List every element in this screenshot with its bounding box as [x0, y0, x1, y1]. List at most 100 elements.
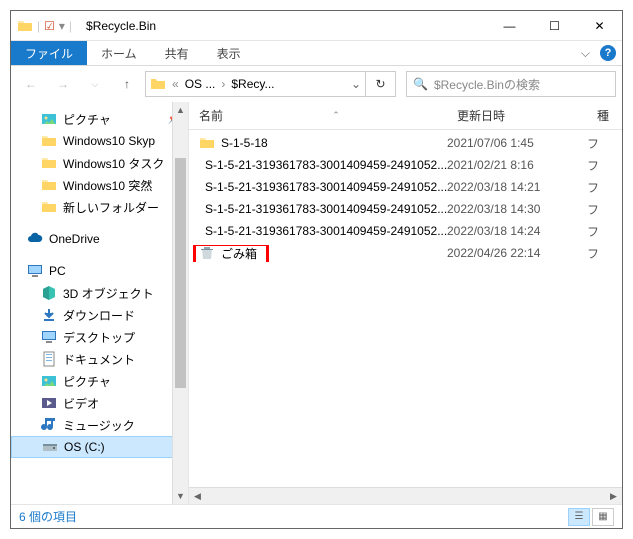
col-type[interactable]: 種 [587, 107, 619, 124]
address-dropdown-icon[interactable]: ⌄ [351, 77, 361, 91]
close-button[interactable]: ✕ [577, 11, 622, 40]
nav-up-button[interactable]: ↑ [113, 71, 141, 97]
sort-indicator-icon: ⌃ [332, 110, 340, 121]
file-date: 2021/07/06 1:45 [447, 136, 587, 150]
file-name: S-1-5-21-319361783-3001409459-2491052... [205, 224, 447, 238]
sidebar-item-folder[interactable]: Windows10 Skyp [11, 130, 188, 152]
nav-forward-button[interactable]: → [49, 71, 77, 97]
sidebar-label: ダウンロード [63, 307, 135, 324]
scroll-track[interactable] [206, 488, 605, 504]
nav-back-button[interactable]: ← [17, 71, 45, 97]
sidebar-scrollbar[interactable]: ▲ ▼ [172, 102, 188, 504]
nav-recent-icon[interactable]: ⌵ [81, 71, 109, 97]
explorer-window: | ☑ ▾ | $Recycle.Bin — ☐ ✕ ファイル ホーム 共有 表… [10, 10, 623, 529]
col-name-label: 名前 [199, 107, 223, 124]
col-date[interactable]: 更新日時 [447, 107, 587, 124]
sidebar-item-pc-child[interactable]: ミュージック [11, 414, 188, 436]
file-type: フ [587, 201, 617, 218]
crumb-1[interactable]: OS ... [185, 77, 216, 91]
minimize-button[interactable]: — [487, 11, 532, 40]
list-item[interactable]: S-1-5-21-319361783-3001409459-2491052...… [189, 176, 622, 198]
pc-child-icon [41, 373, 57, 389]
sidebar-label: デスクトップ [63, 329, 135, 346]
pc-child-icon [41, 307, 57, 323]
list-item[interactable]: S-1-5-21-319361783-3001409459-2491052...… [189, 198, 622, 220]
sidebar-item-pc-child[interactable]: OS (C:) [11, 436, 188, 458]
sidebar-item-pc-child[interactable]: ドキュメント [11, 348, 188, 370]
tab-home[interactable]: ホーム [87, 41, 151, 65]
folder-icon [41, 177, 57, 193]
app-icon [17, 18, 33, 34]
scroll-left-icon[interactable]: ◀ [189, 488, 206, 504]
sidebar-label: OS (C:) [64, 440, 105, 454]
file-type: フ [587, 135, 617, 152]
sidebar-item-pc[interactable]: PC [11, 260, 188, 282]
list-h-scrollbar[interactable]: ◀ ▶ [189, 487, 622, 504]
sidebar-item-pc-child[interactable]: ビデオ [11, 392, 188, 414]
pc-icon [27, 263, 43, 279]
file-type: フ [587, 157, 617, 174]
file-type: フ [587, 245, 617, 262]
qat-sep: | [37, 19, 40, 33]
list-item[interactable]: ごみ箱2022/04/26 22:14フ [189, 242, 622, 264]
sidebar-item-folder[interactable]: Windows10 突然 [11, 174, 188, 196]
file-date: 2022/03/18 14:21 [447, 180, 587, 194]
help-icon[interactable]: ? [600, 45, 616, 61]
folder-icon [41, 155, 57, 171]
file-date: 2021/02/21 8:16 [447, 158, 587, 172]
file-name: S-1-5-21-319361783-3001409459-2491052... [205, 180, 447, 194]
pictures-icon [41, 111, 57, 127]
sidebar-item-pc-child[interactable]: ダウンロード [11, 304, 188, 326]
view-icons-button[interactable]: ▦ [592, 508, 614, 526]
scroll-right-icon[interactable]: ▶ [605, 488, 622, 504]
sidebar-label: ミュージック [63, 417, 135, 434]
list-item[interactable]: S-1-5-21-319361783-3001409459-2491052...… [189, 154, 622, 176]
pc-child-icon [41, 395, 57, 411]
sidebar-item-pc-child[interactable]: デスクトップ [11, 326, 188, 348]
refresh-button[interactable]: ↻ [366, 71, 396, 97]
sidebar-label: Windows10 タスク [63, 155, 164, 172]
window-controls: — ☐ ✕ [487, 11, 622, 40]
file-date: 2022/04/26 22:14 [447, 246, 587, 260]
qat-overflow-icon[interactable]: ▾ [59, 19, 65, 33]
col-name[interactable]: 名前 ⌃ [189, 107, 447, 124]
search-box[interactable]: 🔍 $Recycle.Binの検索 [406, 71, 616, 97]
window-title: $Recycle.Bin [78, 19, 156, 33]
ribbon: ファイル ホーム 共有 表示 ⌵ ? [11, 41, 622, 66]
sidebar-item-pc-child[interactable]: ピクチャ [11, 370, 188, 392]
view-buttons: ☰ ▦ [568, 508, 614, 526]
crumb-arrow-icon[interactable]: › [221, 77, 225, 91]
view-details-button[interactable]: ☰ [568, 508, 590, 526]
list-item[interactable]: S-1-5-21-319361783-3001409459-2491052...… [189, 220, 622, 242]
file-name: S-1-5-21-319361783-3001409459-2491052... [205, 158, 447, 172]
sidebar-label: ピクチャ [63, 111, 111, 128]
folder-icon [199, 135, 215, 151]
sidebar-item-folder[interactable]: Windows10 タスク [11, 152, 188, 174]
tab-file[interactable]: ファイル [11, 41, 87, 65]
crumb-sep: « [172, 77, 179, 91]
maximize-button[interactable]: ☐ [532, 11, 577, 40]
list-item[interactable]: S-1-5-182021/07/06 1:45フ [189, 132, 622, 154]
ribbon-expand-icon[interactable]: ⌵ [581, 46, 590, 61]
folder-icon [41, 199, 57, 215]
file-type: フ [587, 179, 617, 196]
search-placeholder: $Recycle.Binの検索 [434, 76, 540, 93]
sidebar-item-pictures-quick[interactable]: ピクチャ📌 [11, 108, 188, 130]
qat-checkbox-icon[interactable]: ☑ [44, 19, 55, 33]
crumb-2[interactable]: $Recy... [231, 77, 274, 91]
sidebar-item-pc-child[interactable]: 3D オブジェクト [11, 282, 188, 304]
recycle-bin-icon [199, 245, 215, 261]
tab-view[interactable]: 表示 [203, 41, 255, 65]
sidebar-item-folder[interactable]: 新しいフォルダー [11, 196, 188, 218]
scroll-thumb[interactable] [175, 158, 186, 388]
sidebar-item-onedrive[interactable]: OneDrive [11, 228, 188, 250]
file-name: S-1-5-21-319361783-3001409459-2491052... [205, 202, 447, 216]
tab-share[interactable]: 共有 [151, 41, 203, 65]
column-headers: 名前 ⌃ 更新日時 種 [189, 102, 622, 130]
address-bar[interactable]: « OS ... › $Recy... ⌄ [145, 71, 366, 97]
file-list: 名前⌃ 更新日時 種 S-1-5-182021/07/06 1:45フS-1-5… [189, 102, 622, 504]
pc-child-icon [41, 351, 57, 367]
scroll-up-icon[interactable]: ▲ [173, 102, 188, 118]
scroll-down-icon[interactable]: ▼ [173, 488, 188, 504]
file-date: 2022/03/18 14:24 [447, 224, 587, 238]
